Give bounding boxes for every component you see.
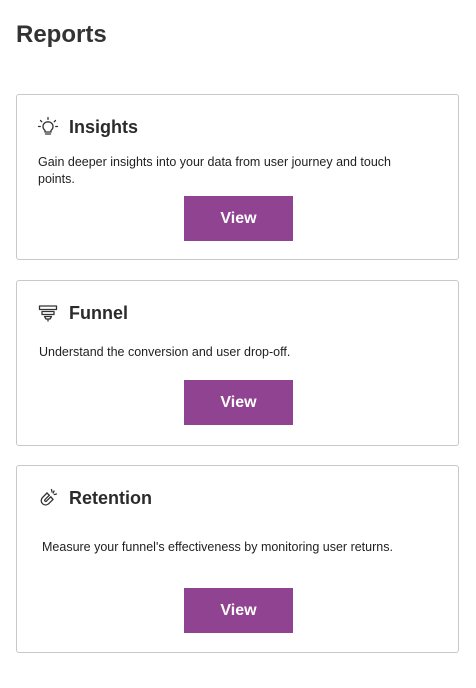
retention-card-title: Retention [69,488,152,508]
funnel-card-header: Funnel [37,301,128,325]
retention-card-header: Retention [37,486,152,510]
insights-card-title: Insights [69,117,139,137]
magnet-icon [37,487,59,509]
funnel-card-description: Understand the conversion and user drop-… [39,345,291,359]
retention-card: Retention Measure your funnel's effectiv… [16,465,459,653]
funnel-view-button[interactable]: View [184,380,293,425]
retention-card-description: Measure your funnel's effectiveness by m… [42,540,393,554]
funnel-card-title: Funnel [69,303,128,323]
insights-card-description: Gain deeper insights into your data from… [38,155,391,186]
funnel-card: Funnel Understand the conversion and use… [16,280,459,446]
insights-view-button[interactable]: View [184,196,293,241]
funnel-icon [37,302,59,324]
retention-view-button[interactable]: View [184,588,293,633]
insights-card-header: Insights [37,115,138,139]
insights-card: Insights Gain deeper insights into your … [16,94,459,260]
lightbulb-icon [37,116,59,138]
page-title: Reports [16,21,107,48]
reports-page: Reports Insights Gain deeper insights in… [0,0,476,688]
